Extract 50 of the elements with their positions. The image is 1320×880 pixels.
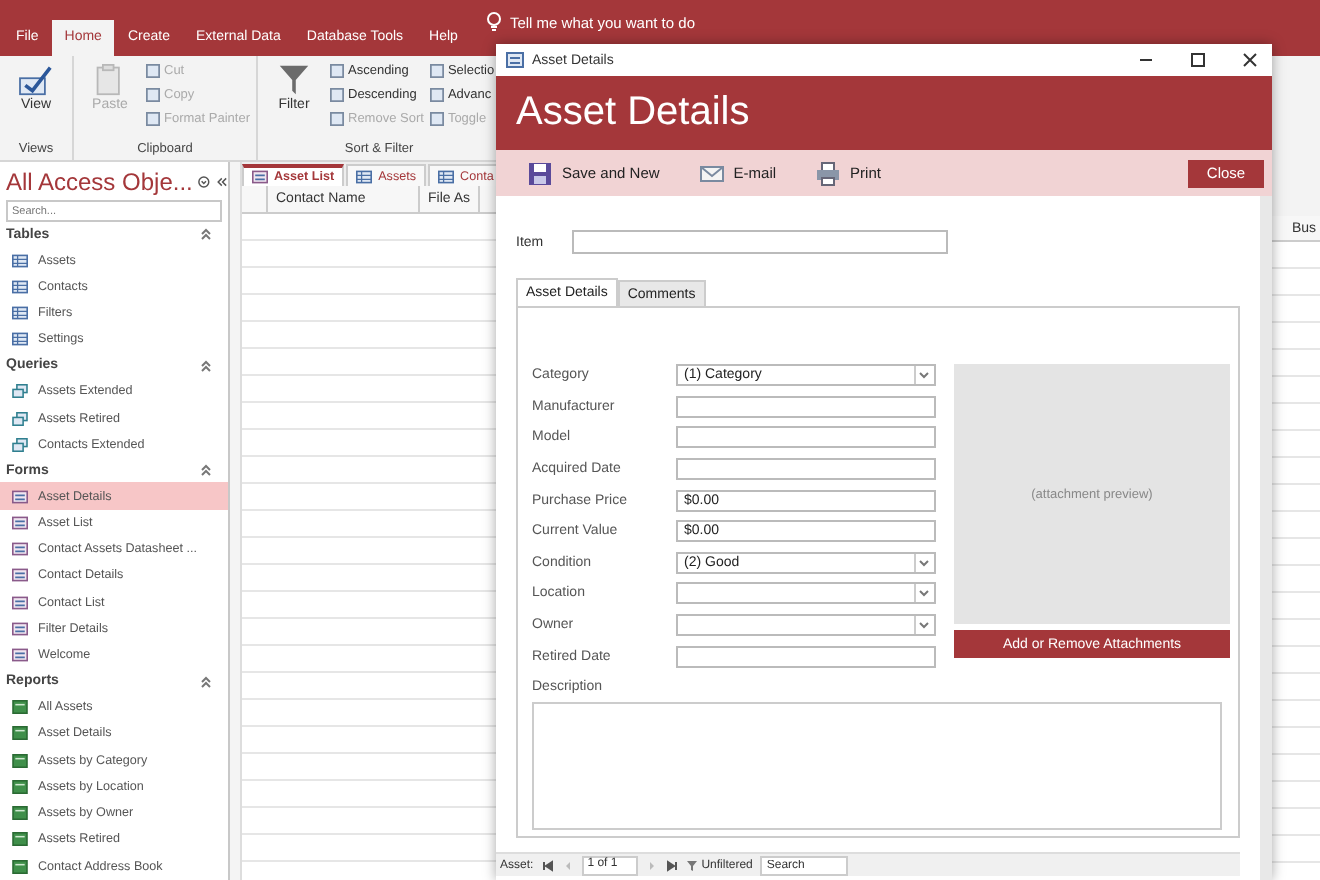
collapse-icon[interactable]	[216, 173, 228, 190]
table-icon	[12, 306, 28, 321]
form-icon	[12, 489, 28, 504]
collapse-icon[interactable]	[200, 464, 212, 477]
next-record-icon[interactable]	[645, 859, 658, 871]
report-icon	[12, 779, 28, 794]
report-icon	[12, 726, 28, 741]
input-field[interactable]	[676, 395, 936, 418]
first-record-icon[interactable]	[541, 859, 554, 871]
input-field[interactable]	[676, 458, 936, 481]
report-icon	[12, 700, 28, 715]
form-icon	[12, 622, 28, 636]
report-icon	[12, 832, 28, 847]
funnel-icon	[276, 64, 312, 96]
form-icon	[506, 52, 524, 68]
collapse-icon[interactable]	[200, 675, 212, 688]
maximize-icon	[1190, 52, 1206, 68]
form-icon	[12, 515, 28, 530]
text-area[interactable]	[532, 701, 1222, 830]
collapse-icon[interactable]	[200, 359, 212, 372]
collapse-icon[interactable]	[200, 228, 212, 241]
funnel-icon	[685, 859, 698, 871]
form-icon	[12, 542, 28, 557]
form-icon	[12, 648, 28, 663]
report-icon	[12, 806, 28, 821]
input-field[interactable]	[571, 230, 948, 254]
last-record-icon[interactable]	[665, 859, 678, 871]
form-icon	[252, 170, 268, 184]
form-icon	[12, 568, 28, 583]
lightbulb-icon	[485, 12, 502, 32]
table-icon	[12, 279, 28, 294]
envelope-icon	[699, 161, 724, 185]
report-icon	[12, 753, 28, 768]
input-field[interactable]	[676, 645, 936, 668]
input-field[interactable]	[676, 426, 936, 449]
report-icon	[12, 859, 28, 874]
table-icon	[12, 253, 28, 268]
form-icon	[12, 595, 28, 610]
nav-pane-title: All Access Obje...	[6, 167, 193, 196]
form-header: Asset Details	[516, 90, 750, 136]
table-icon	[438, 169, 455, 183]
scroll-bar[interactable]	[230, 162, 242, 880]
previous-record-icon[interactable]	[561, 859, 574, 871]
close-icon	[1242, 52, 1258, 68]
table-icon	[356, 169, 373, 183]
combo-box[interactable]	[676, 582, 936, 605]
printer-icon	[816, 161, 841, 185]
dropdown-icon[interactable]	[198, 173, 211, 190]
combo-box[interactable]	[676, 614, 936, 637]
table-icon	[12, 332, 28, 347]
